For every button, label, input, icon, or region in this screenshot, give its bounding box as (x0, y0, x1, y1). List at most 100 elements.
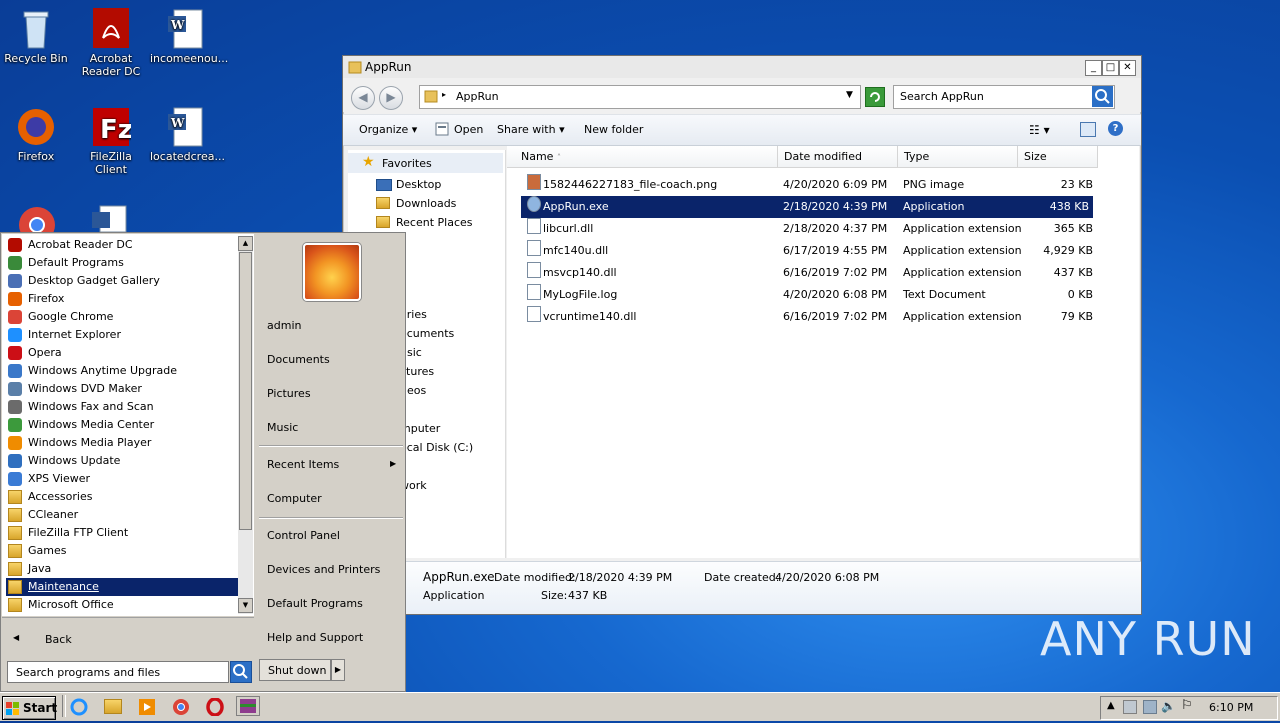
chevron-down-icon[interactable]: ▼ (846, 90, 853, 100)
action-center-icon[interactable] (1123, 700, 1137, 714)
desktop-icon-word-doc-1[interactable]: W incomeenou... (150, 8, 228, 65)
program-item[interactable]: Games (6, 542, 238, 560)
nav-item-documents[interactable]: ocuments (400, 327, 454, 340)
nav-favorites[interactable]: ★ Favorites (348, 153, 503, 173)
column-header-name[interactable]: Name ˄ (507, 146, 778, 168)
shutdown-options-button[interactable]: ▶ (331, 659, 345, 681)
desktop-icon-word-doc-2[interactable]: W locatedcrea... (150, 106, 225, 163)
start-item-documents[interactable]: Documents (267, 353, 330, 366)
desktop-icon-filezilla[interactable]: Fz FileZilla Client (75, 106, 147, 176)
program-item[interactable]: Opera (6, 344, 238, 362)
start-item-default-programs[interactable]: Default Programs (267, 597, 363, 610)
back-button[interactable]: ◀ (351, 86, 375, 110)
scroll-up-button[interactable]: ▲ (238, 236, 253, 251)
start-item-control-panel[interactable]: Control Panel (267, 529, 340, 542)
program-item[interactable]: Default Programs (6, 254, 238, 272)
program-item[interactable]: Firefox (6, 290, 238, 308)
program-list-scrollbar[interactable]: ▲ ▼ (238, 236, 253, 614)
column-header-type[interactable]: Type (898, 146, 1018, 168)
desktop-icon-recycle-bin[interactable]: Recycle Bin (0, 8, 72, 65)
scroll-down-button[interactable]: ▼ (238, 598, 253, 613)
volume-icon[interactable]: 🔈 (1161, 699, 1176, 713)
opera-taskbar-icon[interactable] (206, 697, 224, 717)
internet-explorer-taskbar-icon[interactable] (70, 698, 88, 716)
file-row[interactable]: MyLogFile.log 4/20/2020 6:08 PM Text Doc… (521, 284, 1093, 306)
nav-item-downloads[interactable]: Downloads (348, 193, 503, 213)
start-search-button[interactable] (230, 661, 252, 683)
network-icon[interactable] (1143, 700, 1157, 714)
breadcrumb-arrow-icon[interactable]: ▸ (442, 90, 446, 99)
desktop-icon-firefox[interactable]: Firefox (0, 106, 72, 163)
file-row[interactable]: vcruntime140.dll 6/16/2019 7:02 PM Appli… (521, 306, 1093, 328)
breadcrumb[interactable]: AppRun (456, 90, 499, 103)
start-search-input[interactable]: Search programs and files (7, 661, 229, 683)
word-document-desktop-icon[interactable] (90, 204, 134, 233)
nav-item-computer[interactable]: mputer (400, 422, 440, 435)
program-item[interactable]: Desktop Gadget Gallery (6, 272, 238, 290)
file-row[interactable]: 1582446227183_file-coach.png 4/20/2020 6… (521, 174, 1093, 196)
organize-button[interactable]: Organize ▾ (359, 123, 417, 136)
close-button[interactable]: ✕ (1119, 60, 1136, 76)
new-folder-button[interactable]: New folder (584, 123, 643, 136)
program-item[interactable]: Internet Explorer (6, 326, 238, 344)
clock[interactable]: 6:10 PM (1209, 701, 1253, 714)
program-item[interactable]: Maintenance (6, 578, 238, 596)
program-item[interactable]: CCleaner (6, 506, 238, 524)
program-item[interactable]: Accessories (6, 488, 238, 506)
column-header-size[interactable]: Size (1018, 146, 1098, 168)
chrome-desktop-icon[interactable] (16, 204, 58, 243)
program-item[interactable]: Windows Update (6, 452, 238, 470)
shutdown-button[interactable]: Shut down (259, 659, 331, 681)
minimize-button[interactable]: _ (1085, 60, 1102, 76)
file-row[interactable]: libcurl.dll 2/18/2020 4:37 PM Applicatio… (521, 218, 1093, 240)
file-row-selected[interactable]: AppRun.exe 2/18/2020 4:39 PM Application… (521, 196, 1093, 218)
program-item[interactable]: Windows DVD Maker (6, 380, 238, 398)
program-item[interactable]: Google Chrome (6, 308, 238, 326)
start-item-music[interactable]: Music (267, 421, 298, 434)
start-item-pictures[interactable]: Pictures (267, 387, 311, 400)
winrar-taskbar-icon[interactable] (236, 696, 260, 716)
nav-item-desktop[interactable]: Desktop (348, 174, 503, 194)
desktop-icon-acrobat[interactable]: Acrobat Reader DC (75, 8, 147, 78)
program-item[interactable]: XPS Viewer (6, 470, 238, 488)
start-item-computer[interactable]: Computer (267, 492, 322, 505)
file-row[interactable]: msvcp140.dll 6/16/2019 7:02 PM Applicati… (521, 262, 1093, 284)
program-item[interactable]: Windows Media Player (6, 434, 238, 452)
flag-icon[interactable]: ⚐ (1181, 698, 1193, 713)
title-bar[interactable]: AppRun _ □ ✕ (343, 56, 1141, 79)
start-item-admin[interactable]: admin (267, 319, 301, 332)
search-button[interactable] (1092, 86, 1113, 107)
user-avatar[interactable] (303, 243, 361, 301)
search-input[interactable]: Search AppRun (893, 85, 1115, 109)
program-item[interactable]: Windows Media Center (6, 416, 238, 434)
start-item-devices-printers[interactable]: Devices and Printers (267, 563, 380, 576)
chrome-taskbar-icon[interactable] (172, 698, 190, 716)
scroll-thumb[interactable] (239, 252, 252, 530)
file-row[interactable]: mfc140u.dll 6/17/2019 4:55 PM Applicatio… (521, 240, 1093, 262)
program-item[interactable]: Windows Anytime Upgrade (6, 362, 238, 380)
program-item[interactable]: Windows Fax and Scan (6, 398, 238, 416)
explorer-taskbar-icon[interactable] (104, 699, 122, 714)
explorer-window[interactable]: AppRun _ □ ✕ ◀ ▶ ▸ AppRun ▼ Search AppRu… (342, 55, 1142, 615)
media-player-taskbar-icon[interactable] (138, 698, 156, 716)
program-item[interactable]: Acrobat Reader DC (6, 236, 238, 254)
preview-pane-icon[interactable] (1080, 122, 1096, 137)
help-icon[interactable]: ? (1108, 121, 1123, 136)
address-bar[interactable]: ▸ AppRun ▼ (419, 85, 861, 109)
forward-button[interactable]: ▶ (379, 86, 403, 110)
nav-item-local-disk[interactable]: ocal Disk (C:) (400, 441, 473, 454)
show-hidden-icons-button[interactable]: ▲ (1107, 700, 1115, 711)
start-button[interactable]: Start (2, 696, 57, 720)
view-options-icon[interactable]: ☷ ▾ (1029, 123, 1050, 137)
maximize-button[interactable]: □ (1102, 60, 1119, 76)
nav-item-recent-places[interactable]: Recent Places (348, 212, 503, 232)
start-item-recent-items[interactable]: Recent Items (267, 458, 339, 471)
program-item[interactable]: Microsoft Office (6, 596, 238, 614)
program-item[interactable]: Java (6, 560, 238, 578)
share-with-button[interactable]: Share with ▾ (497, 123, 565, 136)
refresh-button[interactable] (865, 87, 885, 107)
back-link[interactable]: ◀ Back (5, 631, 245, 649)
open-button[interactable]: Open (454, 123, 483, 136)
program-item[interactable]: FileZilla FTP Client (6, 524, 238, 542)
start-item-help-support[interactable]: Help and Support (267, 631, 363, 644)
